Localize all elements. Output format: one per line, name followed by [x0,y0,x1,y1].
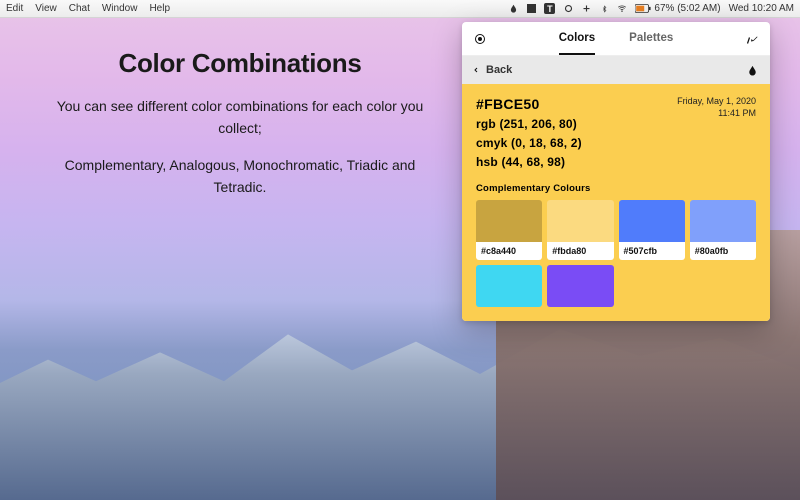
wifi-icon[interactable] [617,4,627,14]
promo-line1: You can see different color combinations… [40,95,440,140]
menu-chat[interactable]: Chat [69,3,90,14]
menu-window[interactable]: Window [102,3,138,14]
swatch-0[interactable]: #c8a440 [476,200,542,260]
droplet-icon[interactable] [744,62,760,78]
swatch-hex: #507cfb [619,242,685,260]
battery-icon [635,4,651,13]
complementary-label: Complementary Colours [476,183,756,194]
swatch-hex: #c8a440 [476,242,542,260]
swatch-4[interactable] [476,265,542,307]
menu-edit[interactable]: Edit [6,3,23,14]
promo-title: Color Combinations [40,48,440,79]
menu-view[interactable]: View [35,3,57,14]
swatch-2[interactable]: #507cfb [619,200,685,260]
color-date: Friday, May 1, 2020 [677,96,756,108]
swatch-3[interactable]: #80a0fb [690,200,756,260]
menu-help[interactable]: Help [149,3,170,14]
tab-palettes[interactable]: Palettes [629,23,673,55]
panel-toolbar: Colors Palettes [462,22,770,56]
tab-colors[interactable]: Colors [559,23,595,55]
panel-breadcrumb: Back [462,56,770,84]
color-hsb[interactable]: hsb (44, 68, 98) [476,155,756,169]
swatch-1[interactable]: #fbda80 [547,200,613,260]
sync-icon[interactable] [563,4,573,14]
swatch-chip [476,200,542,242]
battery-status[interactable]: 67% (5:02 AM) [635,3,720,14]
macos-menubar: Edit View Chat Window Help T 67% (5:02 A… [0,0,800,18]
menubar-clock[interactable]: Wed 10:20 AM [729,3,794,14]
swatch-hex: #80a0fb [690,242,756,260]
bluetooth-icon[interactable] [599,4,609,14]
text-icon[interactable]: T [544,3,555,14]
swatch-grid: #c8a440 #fbda80 #507cfb #80a0fb [476,200,756,307]
promo-text: Color Combinations You can see different… [40,48,440,213]
color-timestamp: Friday, May 1, 2020 11:41 PM [677,96,756,119]
color-cmyk[interactable]: cmyk (0, 18, 68, 2) [476,136,756,150]
back-label: Back [486,64,512,76]
color-panel: Colors Palettes Back Friday, May 1, 2020… [462,22,770,321]
color-time: 11:41 PM [677,108,756,120]
chevron-left-icon [472,65,480,75]
swatch-chip [547,265,613,307]
swatch-chip [690,200,756,242]
promo-line2: Complementary, Analogous, Monochromatic,… [40,154,440,199]
color-detail-card: Friday, May 1, 2020 11:41 PM #FBCE50 rgb… [462,84,770,321]
swatch-chip [619,200,685,242]
swatch-chip [476,265,542,307]
swatch-hex: #fbda80 [547,242,613,260]
back-button[interactable]: Back [472,64,512,76]
battery-text: 67% (5:02 AM) [654,3,720,14]
settings-icon[interactable] [744,31,760,47]
plus-icon[interactable] [581,4,591,14]
record-icon[interactable] [472,31,488,47]
swatch-5[interactable] [547,265,613,307]
swatch-chip [547,200,613,242]
status-square-icon[interactable] [526,4,536,14]
droplet-icon[interactable] [508,4,518,14]
